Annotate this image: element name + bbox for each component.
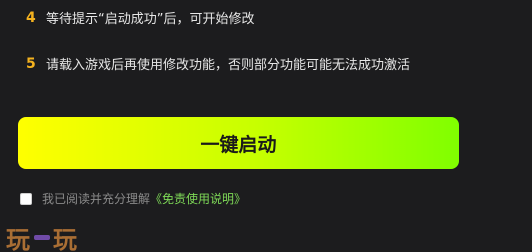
one-click-launch-button[interactable]: 一键启动	[18, 117, 459, 169]
step-number: 4	[26, 9, 36, 26]
agreement-checkbox[interactable]	[20, 192, 32, 205]
agreement-row: 我已阅读并充分理解 《免责使用说明》	[20, 190, 246, 207]
step-text: 请载入游戏后再使用修改功能，否则部分功能可能无法成功激活	[46, 58, 411, 73]
launcher-panel: 4 等待提示“启动成功”后，可开始修改 5 请载入游戏后再使用修改功能，否则部分…	[0, 0, 532, 252]
step-number: 5	[26, 55, 36, 72]
watermark-char: 玩	[6, 225, 31, 252]
watermark-logo: 玩 玩	[6, 220, 78, 252]
launch-button-label: 一键启动	[200, 133, 277, 156]
disclaimer-link[interactable]: 《免责使用说明》	[150, 190, 246, 207]
watermark-dash	[34, 235, 50, 240]
step-5: 5 请载入游戏后再使用修改功能，否则部分功能可能无法成功激活	[26, 54, 411, 74]
watermark-char: 玩	[53, 225, 78, 252]
step-text: 等待提示“启动成功”后，可开始修改	[46, 12, 255, 27]
step-4: 4 等待提示“启动成功”后，可开始修改	[26, 8, 255, 28]
agreement-text: 我已阅读并充分理解	[42, 192, 151, 206]
